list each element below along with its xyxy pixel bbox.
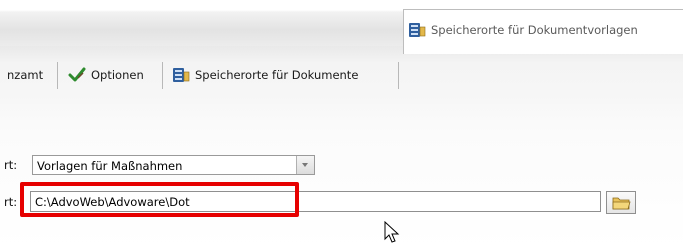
- checkmark-pen-icon: [68, 66, 86, 84]
- tab-finanzamt[interactable]: nzamt: [7, 59, 43, 91]
- highlight-box: [20, 182, 299, 217]
- tab-label: Speicherorte für Dokumente: [195, 68, 359, 82]
- tab-label: Optionen: [91, 68, 144, 82]
- template-type-label: rt:: [4, 158, 18, 172]
- tab-speicherorte-dokumentvorlagen[interactable]: Speicherorte für Dokumentvorlagen: [403, 9, 683, 54]
- tab-label: Speicherorte für Dokumentvorlagen: [431, 23, 638, 37]
- database-folder-icon: [172, 66, 190, 84]
- chevron-down-icon[interactable]: [296, 156, 314, 174]
- tab-label: nzamt: [7, 68, 44, 82]
- content-panel: [0, 104, 683, 250]
- path-label: rt:: [4, 195, 18, 209]
- tab-speicherorte-dokumente[interactable]: Speicherorte für Dokumente: [172, 59, 358, 91]
- template-type-value: Vorlagen für Maßnahmen: [37, 159, 183, 173]
- browse-folder-button[interactable]: [606, 191, 636, 214]
- folder-icon: [612, 197, 631, 210]
- database-folder-icon: [408, 21, 426, 39]
- tab-separator: [398, 62, 399, 89]
- tab-separator: [57, 62, 58, 89]
- tab-optionen[interactable]: Optionen: [68, 59, 144, 91]
- tab-separator: [162, 62, 163, 89]
- mouse-cursor-icon: [384, 221, 400, 243]
- template-type-select[interactable]: Vorlagen für Maßnahmen: [32, 155, 315, 175]
- tab-bar: nzamt Optionen Speicherorte für Dokument…: [0, 46, 683, 105]
